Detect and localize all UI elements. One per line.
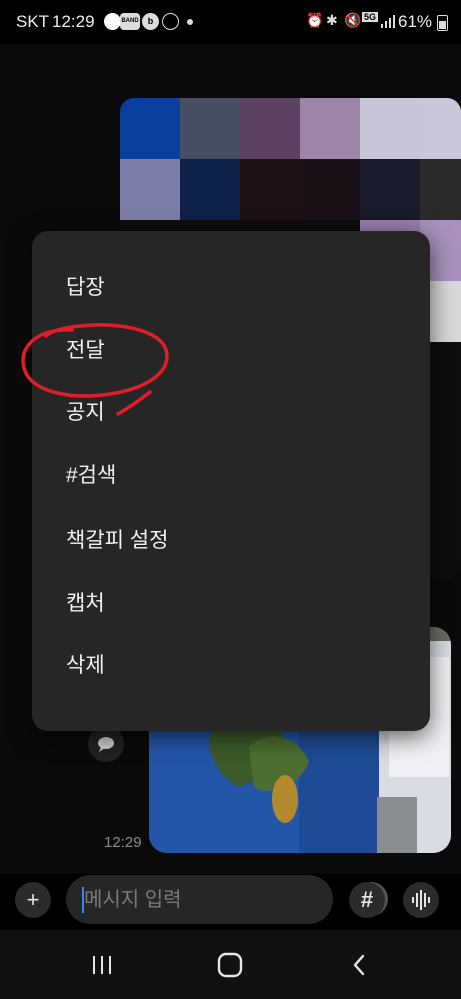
menu-item-search[interactable]: #검색 <box>66 458 116 494</box>
menu-item-capture[interactable]: 캡처 <box>66 586 105 622</box>
back-chevron-icon <box>353 954 365 975</box>
signal-icon <box>381 14 395 28</box>
message-input-container[interactable] <box>66 875 388 924</box>
menu-item-notice[interactable]: 공지 <box>66 395 105 431</box>
bluetooth-icon: ✱ <box>326 12 338 28</box>
comment-icon[interactable] <box>88 726 124 762</box>
battery-percent: 61% <box>398 12 433 31</box>
recent-apps-button[interactable] <box>72 930 132 999</box>
voice-wave-icon <box>412 890 430 910</box>
back-button[interactable] <box>330 930 390 999</box>
hashtag-button[interactable]: # <box>349 882 385 918</box>
voice-button[interactable] <box>403 882 439 918</box>
image-pixel-block <box>120 98 180 159</box>
message-context-menu: 답장 전달 공지 #검색 책갈피 설정 캡처 삭제 <box>32 231 430 731</box>
message-timestamp: 12:29 <box>104 834 142 851</box>
menu-item-delete[interactable]: 삭제 <box>66 648 105 684</box>
network-type-badge: 5G <box>362 12 379 22</box>
menu-item-forward[interactable]: 전달 <box>66 333 105 369</box>
b-icon: b <box>142 13 159 30</box>
menu-item-bookmark[interactable]: 책갈피 설정 <box>66 523 168 559</box>
attach-plus-button[interactable]: + <box>15 882 51 918</box>
image-pixel-block <box>240 159 300 220</box>
hash-icon: # <box>360 887 374 912</box>
home-button[interactable] <box>200 930 260 999</box>
menu-item-reply[interactable]: 답장 <box>66 270 105 306</box>
message-input[interactable] <box>82 885 286 915</box>
image-pixel-block <box>180 98 240 159</box>
message-input-bar: + # <box>0 874 461 930</box>
plus-icon: + <box>26 887 40 912</box>
status-bar: SKT 12:29 BAND b ⏰ ✱ 🔇 5G 61% <box>0 0 461 44</box>
image-pixel-block <box>420 98 461 159</box>
image-pixel-block <box>360 159 420 220</box>
yogiyo-icon <box>104 13 121 30</box>
home-icon <box>217 952 243 977</box>
image-pixel-block <box>300 98 360 159</box>
image-pixel-block <box>300 159 360 220</box>
image-pixel-block <box>240 98 300 159</box>
alarm-icon: ⏰ <box>306 12 324 28</box>
notification-dot-icon <box>187 19 193 25</box>
carrier-label: SKT <box>16 12 50 31</box>
image-pixel-block <box>180 159 240 220</box>
recent-apps-icon <box>93 955 111 974</box>
image-pixel-block <box>360 98 420 159</box>
mute-icon: 🔇 <box>344 12 362 28</box>
image-pixel-block <box>120 159 180 220</box>
figure-icon <box>162 13 179 30</box>
system-nav-bar <box>0 930 461 999</box>
band-icon: BAND <box>120 13 140 30</box>
status-time: 12:29 <box>52 12 95 31</box>
battery-icon <box>437 15 448 31</box>
image-pixel-block <box>420 159 461 220</box>
